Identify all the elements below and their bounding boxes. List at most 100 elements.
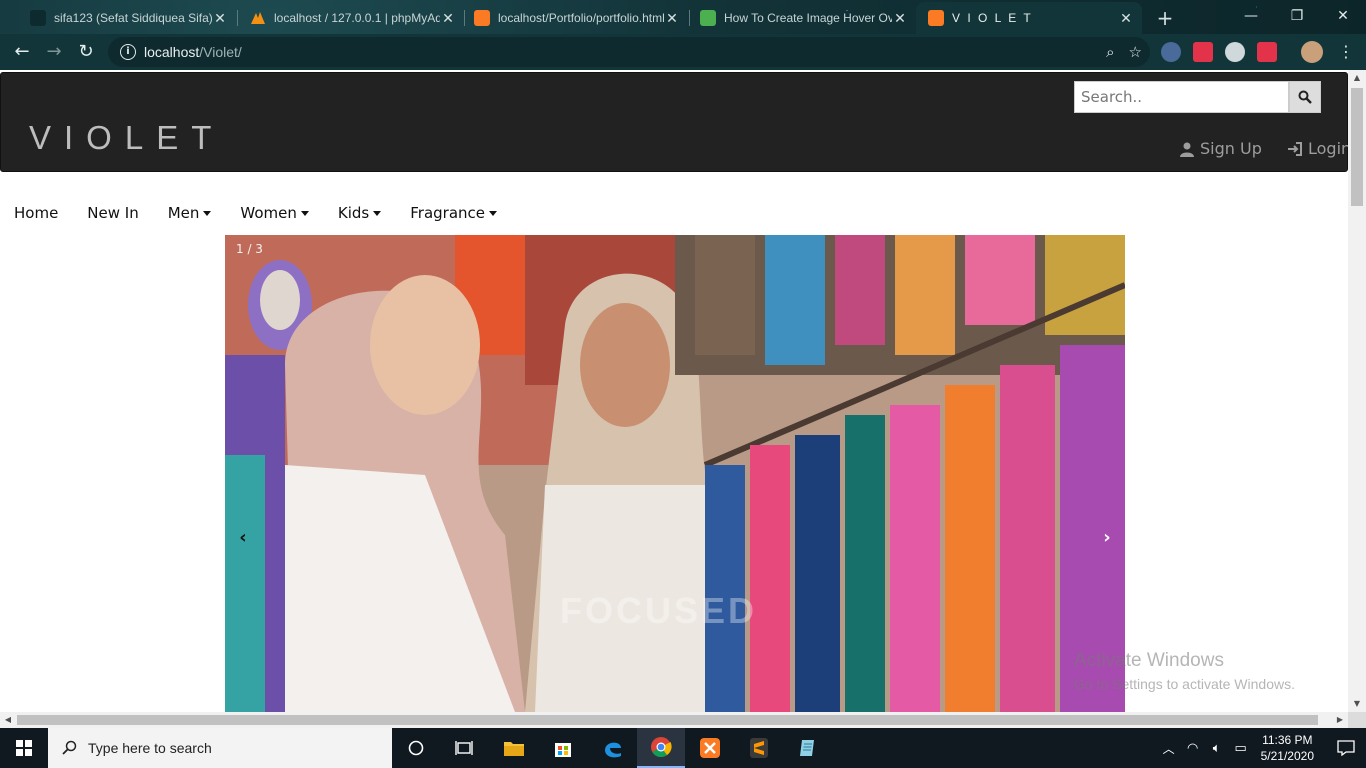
battery-icon[interactable]: ▭ — [1229, 740, 1253, 756]
activate-windows-watermark: Activate Windows Go to Settings to activ… — [1074, 650, 1295, 692]
profile-avatar[interactable] — [1301, 41, 1323, 63]
site-header: VIOLET Sign Up Login — [0, 72, 1348, 172]
close-icon[interactable]: ✕ — [440, 10, 456, 27]
nav-home-label: Home — [14, 204, 59, 222]
xampp-icon — [474, 10, 490, 26]
caret-down-icon — [300, 210, 309, 216]
nav-women-dropdown[interactable]: Women — [240, 204, 309, 222]
nav-women-label: Women — [240, 204, 297, 222]
sublime-text-icon[interactable] — [735, 728, 783, 768]
vertical-scrollbar[interactable]: ▲ ▼ — [1348, 70, 1366, 712]
browser-toolbar: ← → ↻ i localhost/Violet/ ⌕ ☆ ⋮ — [0, 34, 1366, 70]
edge-icon[interactable] — [589, 728, 637, 768]
taskbar-search-box[interactable]: Type here to search — [48, 728, 392, 768]
scroll-thumb[interactable] — [17, 715, 1318, 725]
close-icon[interactable]: ✕ — [212, 10, 228, 27]
search-form — [1074, 81, 1321, 113]
nav-kids-dropdown[interactable]: Kids — [338, 204, 382, 222]
url-text: localhost/Violet/ — [144, 44, 242, 60]
restore-icon[interactable]: ❐ — [1274, 0, 1320, 32]
notification-icon[interactable] — [1326, 740, 1366, 756]
close-icon[interactable]: ✕ — [892, 10, 908, 27]
minimize-icon[interactable]: — — [1228, 0, 1274, 32]
search-button[interactable] — [1289, 81, 1321, 113]
info-icon[interactable]: i — [120, 44, 136, 60]
next-slide-button[interactable]: › — [1097, 527, 1117, 548]
store-icon[interactable] — [539, 728, 587, 768]
omnibox-actions: ⌕ ☆ — [1106, 43, 1142, 61]
tab-phpmyadmin[interactable]: localhost / 127.0.0.1 | phpMyAdmin ✕ — [238, 4, 464, 32]
wifi-icon[interactable]: ◠ — [1181, 740, 1205, 756]
scroll-thumb[interactable] — [1351, 88, 1363, 206]
task-view-icon[interactable] — [440, 728, 488, 768]
w3schools-icon — [700, 10, 716, 26]
caret-down-icon — [373, 210, 382, 216]
bookmark-star-icon[interactable]: ☆ — [1129, 43, 1142, 61]
window-controls: — ❐ ✕ — [1228, 0, 1366, 32]
nav-men-dropdown[interactable]: Men — [168, 204, 212, 222]
reload-icon[interactable]: ↻ — [74, 40, 98, 64]
tab-title: localhost / 127.0.0.1 | phpMyAdmin — [274, 11, 440, 25]
xampp-icon[interactable] — [686, 728, 734, 768]
search-icon — [62, 740, 77, 755]
user-icon — [1180, 142, 1194, 157]
caret-down-icon — [489, 210, 497, 216]
extension-cursor-icon[interactable] — [1161, 42, 1181, 62]
tab-github[interactable]: sifa123 (Sefat Siddiquea Sifa) ✕ — [18, 4, 236, 32]
signup-link[interactable]: Sign Up — [1179, 139, 1262, 158]
system-tray: ︿ ◠ 🔈︎ ▭ 11:36 PM 5/21/2020 — [1157, 728, 1366, 768]
notepad-icon[interactable] — [784, 728, 832, 768]
activate-title: Activate Windows — [1074, 650, 1224, 671]
github-icon — [30, 10, 46, 26]
scrollbar-corner — [1348, 712, 1366, 728]
windows-logo-icon — [16, 740, 32, 756]
search-icon — [1298, 90, 1312, 104]
search-input[interactable] — [1074, 81, 1289, 113]
login-label: Login — [1308, 139, 1348, 158]
phpmyadmin-icon — [250, 10, 266, 26]
tab-w3schools[interactable]: How To Create Image Hover Overlay ✕ — [688, 4, 916, 32]
start-button[interactable] — [0, 728, 48, 768]
file-explorer-icon[interactable] — [490, 728, 538, 768]
scroll-left-icon[interactable]: ◀ — [0, 712, 16, 728]
horizontal-scrollbar[interactable]: ◀ ▶ — [0, 712, 1348, 728]
cortana-icon[interactable] — [392, 728, 440, 768]
login-link[interactable]: Login — [1287, 139, 1348, 158]
scroll-right-icon[interactable]: ▶ — [1332, 712, 1348, 728]
zoom-icon[interactable]: ⌕ — [1106, 43, 1114, 61]
site-logo[interactable]: VIOLET — [29, 119, 224, 157]
close-icon[interactable]: ✕ — [1118, 10, 1134, 27]
nav-new-in[interactable]: New In — [87, 204, 138, 222]
tab-portfolio[interactable]: localhost/Portfolio/portfolio.html ✕ — [462, 4, 688, 32]
back-icon[interactable]: ← — [10, 40, 34, 64]
nav-home[interactable]: Home — [14, 204, 58, 222]
extension-incognito-icon[interactable] — [1225, 42, 1245, 62]
slideshow: 1 / 3 FOCUSED ‹ › — [225, 235, 1125, 712]
prev-slide-button[interactable]: ‹ — [233, 527, 253, 548]
extension-video-icon[interactable] — [1257, 42, 1277, 62]
nav-men-label: Men — [167, 204, 200, 222]
scroll-down-icon[interactable]: ▼ — [1348, 696, 1366, 712]
login-icon — [1288, 141, 1302, 156]
address-bar[interactable]: i localhost/Violet/ ⌕ ☆ — [108, 37, 1150, 67]
extension-pocket-icon[interactable] — [1193, 42, 1213, 62]
scroll-up-icon[interactable]: ▲ — [1348, 70, 1366, 86]
clock-date: 5/21/2020 — [1260, 749, 1314, 763]
web-page: VIOLET Sign Up Login Home New In Men Wom… — [0, 70, 1348, 712]
taskbar-clock[interactable]: 11:36 PM 5/21/2020 — [1261, 732, 1314, 764]
taskbar-search-text: Type here to search — [88, 740, 212, 756]
tab-title: How To Create Image Hover Overlay — [724, 11, 892, 25]
close-window-icon[interactable]: ✕ — [1320, 0, 1366, 32]
close-icon[interactable]: ✕ — [664, 10, 680, 27]
menu-kebab-icon[interactable]: ⋮ — [1334, 40, 1358, 64]
new-tab-button[interactable]: + — [1155, 6, 1175, 30]
nav-fragrance-label: Fragrance — [410, 204, 485, 222]
nav-fragrance-dropdown[interactable]: Fragrance — [410, 204, 497, 222]
chrome-icon[interactable] — [637, 728, 685, 768]
forward-icon[interactable]: → — [42, 40, 66, 64]
volume-icon[interactable]: 🔈︎ — [1205, 740, 1229, 756]
slide-image — [225, 235, 1125, 712]
signup-label: Sign Up — [1200, 139, 1262, 158]
chevron-up-icon[interactable]: ︿ — [1157, 740, 1181, 757]
tab-violet[interactable]: V I O L E T ✕ — [916, 2, 1142, 34]
